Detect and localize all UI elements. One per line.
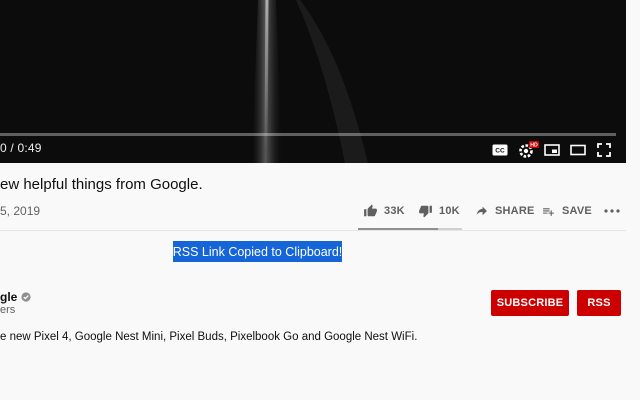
- video-title: ew helpful things from Google.: [0, 176, 203, 193]
- upload-date: 5, 2019: [0, 204, 41, 218]
- thumbs-up-icon: [364, 204, 377, 217]
- save-label: SAVE: [562, 205, 592, 217]
- miniplayer-icon[interactable]: [543, 141, 561, 159]
- rss-button[interactable]: RSS: [577, 290, 621, 316]
- rss-copied-toast: RSS Link Copied to Clipboard!: [173, 241, 342, 262]
- save-button[interactable]: SAVE: [541, 203, 592, 219]
- thumbs-down-icon: [419, 205, 432, 218]
- video-frame: [252, 0, 368, 163]
- divider: [0, 230, 626, 231]
- theater-mode-icon[interactable]: [569, 141, 587, 159]
- subtitles-icon[interactable]: CC: [491, 141, 509, 159]
- like-count: 33K: [384, 205, 405, 217]
- playlist-add-icon: [543, 207, 554, 216]
- video-description: e new Pixel 4, Google Nest Mini, Pixel B…: [0, 331, 418, 343]
- video-player[interactable]: 0 / 0:49 CC HD: [0, 0, 626, 163]
- verified-check-icon: [21, 292, 31, 302]
- dislike-button[interactable]: 10K: [418, 203, 460, 219]
- channel-name-text: gle: [0, 290, 18, 304]
- like-button[interactable]: 33K: [363, 203, 405, 219]
- fullscreen-icon[interactable]: [596, 141, 612, 159]
- dislike-count: 10K: [439, 205, 460, 217]
- svg-text:CC: CC: [495, 148, 505, 155]
- progress-bar[interactable]: [0, 133, 616, 136]
- subscriber-count: ers: [0, 304, 16, 316]
- time-display: 0 / 0:49: [0, 141, 42, 155]
- share-label: SHARE: [495, 205, 535, 217]
- channel-name[interactable]: gle: [0, 290, 31, 304]
- share-button[interactable]: SHARE: [474, 203, 535, 219]
- more-actions-icon[interactable]: [604, 203, 626, 219]
- share-icon: [476, 206, 487, 215]
- subscribe-button[interactable]: SUBSCRIBE: [491, 290, 569, 316]
- settings-hd-icon[interactable]: HD: [517, 141, 539, 159]
- svg-text:HD: HD: [530, 143, 538, 149]
